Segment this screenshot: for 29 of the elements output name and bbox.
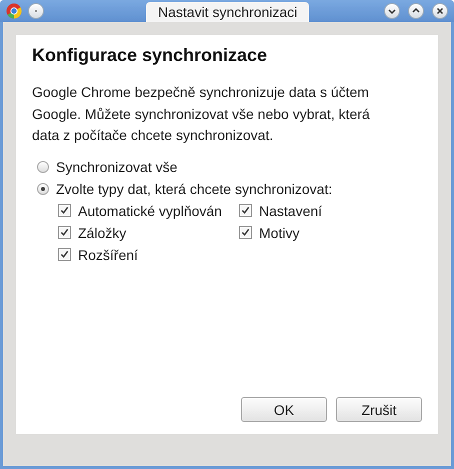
checkbox-label: Automatické vyplňován <box>78 202 222 218</box>
checkmark-icon <box>60 206 69 215</box>
option-label: Synchronizovat vše <box>56 158 178 174</box>
maximize-button[interactable] <box>408 3 424 19</box>
checkbox-label: Motivy <box>259 224 300 240</box>
minimize-button[interactable] <box>384 3 400 19</box>
dialog-heading: Konfigurace synchronizace <box>32 45 268 66</box>
checkmark-icon <box>241 228 250 237</box>
checkbox[interactable] <box>239 226 252 239</box>
checkmark-icon <box>60 228 69 237</box>
radio-button[interactable] <box>37 182 49 194</box>
close-button[interactable] <box>432 3 448 19</box>
menu-button[interactable] <box>28 3 44 19</box>
ok-button[interactable]: OK <box>241 397 327 422</box>
checkbox-label: Rozšíření <box>78 246 138 262</box>
window-title: Nastavit synchronizaci <box>146 2 310 22</box>
checkmark-icon <box>60 250 69 259</box>
radio-button[interactable] <box>37 160 49 172</box>
checkbox-label: Nastavení <box>259 202 322 218</box>
checkbox[interactable] <box>239 204 252 217</box>
checkbox-label: Záložky <box>78 224 126 240</box>
checkmark-icon <box>241 206 250 215</box>
checkbox[interactable] <box>58 248 71 261</box>
checkbox[interactable] <box>58 226 71 239</box>
option-label: Zvolte typy dat, která chcete synchronizovat: <box>56 180 332 196</box>
browser-logo-icon <box>6 3 22 19</box>
description-text: Google Chrome bezpečně synchronizuje data s účtem Google. Můžete synchronizovat vše nebo vybrat, která data z počítače chcete synchronizovat. <box>32 83 371 145</box>
cancel-button[interactable]: Zrušit <box>336 397 422 422</box>
checkbox[interactable] <box>58 204 71 217</box>
